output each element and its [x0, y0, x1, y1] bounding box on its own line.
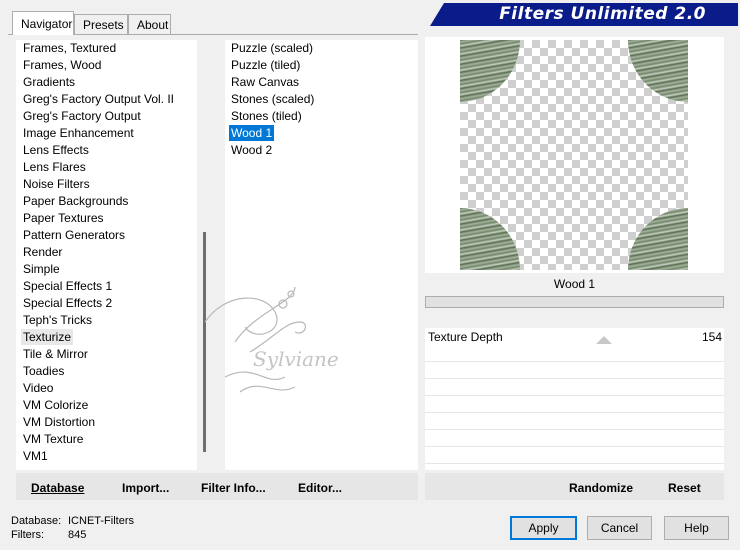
param-slot — [425, 380, 724, 396]
database-button[interactable]: Database — [31, 481, 84, 495]
list-item[interactable]: VM Texture — [21, 431, 85, 447]
status-filters-label: Filters: — [11, 529, 44, 541]
status-database-label: Database: — [11, 515, 62, 527]
list-item[interactable]: Paper Textures — [21, 210, 106, 226]
import-button[interactable]: Import... — [122, 481, 169, 495]
list-item[interactable]: Greg's Factory Output — [21, 108, 143, 124]
list-item[interactable]: Render — [21, 244, 64, 260]
list-item[interactable]: Puzzle (scaled) — [229, 40, 315, 56]
database-button-label: Database — [31, 481, 85, 495]
filter-list[interactable]: Puzzle (scaled) Puzzle (tiled) Raw Canvas S… — [225, 40, 418, 470]
list-item[interactable]: Video — [21, 380, 55, 396]
list-item[interactable]: Gradients — [21, 74, 77, 90]
help-button-label: Help — [684, 521, 709, 535]
tab-about-label: About — [137, 18, 169, 32]
param-slot — [425, 448, 724, 464]
randomize-button[interactable]: Randomize — [569, 481, 633, 495]
watermark-logo: Sylviane — [204, 286, 339, 393]
list-item[interactable]: Teph's Tricks — [21, 312, 94, 328]
list-item[interactable]: Texturize — [21, 329, 74, 345]
list-item[interactable]: Stones (tiled) — [229, 108, 304, 124]
param-value: 154 — [701, 330, 722, 344]
list-item[interactable]: Toadies — [21, 363, 66, 379]
list-item[interactable]: Noise Filters — [21, 176, 92, 192]
list-item[interactable]: Stones (scaled) — [229, 91, 316, 107]
editor-button[interactable]: Editor... — [298, 481, 342, 495]
randomize-button-label: Randomize — [569, 481, 634, 495]
apply-button-label: Apply — [528, 521, 559, 535]
cancel-button-label: Cancel — [600, 521, 639, 535]
slider-pointer-icon[interactable] — [596, 336, 612, 344]
param-slot — [425, 431, 724, 447]
status-filters-value: 845 — [68, 529, 87, 541]
list-item[interactable]: Image Enhancement — [21, 125, 136, 141]
list-item[interactable]: VM Colorize — [21, 397, 90, 413]
preview-filter-name: Wood 1 — [553, 277, 596, 291]
list-item[interactable]: Wood 1 — [229, 125, 275, 141]
list-item[interactable]: Special Effects 2 — [21, 295, 114, 311]
list-item[interactable]: Wood 2 — [229, 142, 274, 158]
help-button[interactable]: Help — [664, 516, 729, 540]
watermark-text: Sylviane — [253, 347, 339, 371]
param-slot — [425, 363, 724, 379]
wood-corner-bottom-right — [628, 208, 688, 270]
list-item[interactable]: Puzzle (tiled) — [229, 57, 302, 73]
tab-presets-label: Presets — [83, 18, 124, 32]
cancel-button[interactable]: Cancel — [587, 516, 652, 540]
category-list[interactable]: Frames, Textured Frames, Wood Gradients Gre… — [16, 40, 197, 470]
param-slot — [425, 397, 724, 413]
apply-button[interactable]: Apply — [510, 516, 577, 540]
list-item[interactable]: Pattern Generators — [21, 227, 127, 243]
list-item[interactable]: Paper Backgrounds — [21, 193, 130, 209]
list-item[interactable]: Frames, Textured — [21, 40, 118, 56]
tab-presets[interactable]: Presets — [74, 14, 128, 34]
wood-corner-top-left — [460, 40, 520, 102]
list-item[interactable]: Greg's Factory Output Vol. II — [21, 91, 176, 107]
tab-navigator-label: Navigator — [21, 17, 73, 31]
list-item[interactable]: Lens Flares — [21, 159, 88, 175]
list-item[interactable]: Raw Canvas — [229, 74, 301, 90]
reset-button-label: Reset — [668, 481, 701, 495]
filter-info-button-label: Filter Info... — [201, 481, 266, 495]
wood-corner-bottom-left — [460, 208, 520, 270]
param-slot — [425, 414, 724, 430]
tab-about[interactable]: About — [128, 14, 171, 34]
param-slot — [425, 346, 724, 362]
list-item[interactable]: Simple — [21, 261, 62, 277]
list-item[interactable]: Lens Effects — [21, 142, 91, 158]
list-item[interactable]: Tile & Mirror — [21, 346, 90, 362]
param-label: Texture Depth — [428, 330, 503, 344]
editor-button-label: Editor... — [298, 481, 343, 495]
list-item[interactable]: VM Distortion — [21, 414, 97, 430]
list-item[interactable]: Special Effects 1 — [21, 278, 114, 294]
list-item[interactable]: VM1 — [21, 448, 50, 464]
reset-button[interactable]: Reset — [668, 481, 701, 495]
zoom-bar[interactable] — [425, 296, 724, 308]
wood-corner-top-right — [628, 40, 688, 102]
status-database-value: ICNET-Filters — [68, 515, 134, 527]
import-button-label: Import... — [122, 481, 170, 495]
list-item[interactable]: Frames, Wood — [21, 57, 103, 73]
category-scrollbar[interactable] — [197, 40, 213, 470]
app-title-banner: Filters Unlimited 2.0 — [430, 3, 738, 26]
filter-info-button[interactable]: Filter Info... — [201, 481, 266, 495]
tab-navigator[interactable]: Navigator — [12, 11, 74, 35]
preview-image — [460, 40, 688, 270]
app-title: Filters Unlimited 2.0 — [499, 4, 706, 24]
